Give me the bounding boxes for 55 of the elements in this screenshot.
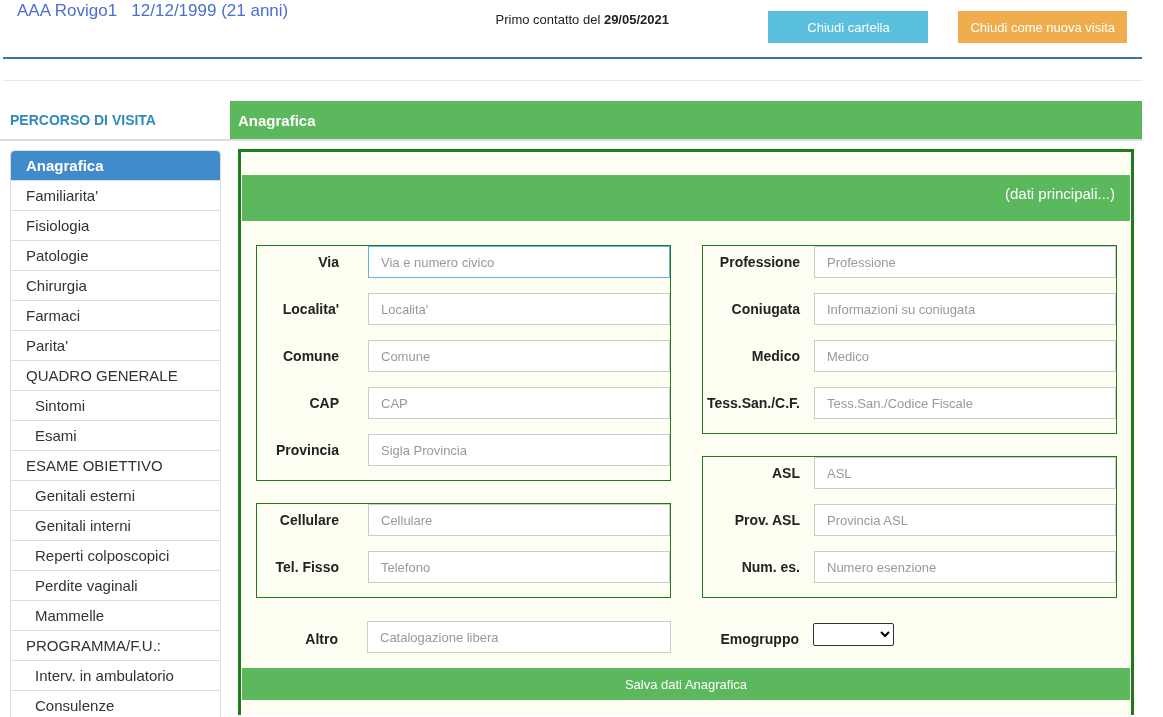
section-band-text: (dati principali...) [1004,185,1115,204]
sidebar-item[interactable]: Esami [11,421,220,451]
field-label: Localita' [281,301,340,317]
field-label: Coniugata [730,301,801,317]
field-label: Tel. Fisso [274,559,340,575]
field-label: Altro [304,630,339,647]
input-field[interactable]: Catalogazione libera [367,621,671,653]
sidebar-item[interactable]: Interv. in ambulatorio [11,661,220,691]
field-label: Comune [282,348,340,364]
input-field[interactable]: Informazioni su coniugata [814,293,1116,325]
sidebar-item[interactable]: Sintomi [11,391,220,421]
input-field[interactable]: Cellulare [368,504,670,536]
sidebar-item[interactable]: Genitali interni [11,511,220,541]
panel-title: Anagrafica [230,101,1142,141]
sidebar-item[interactable]: Patologie [11,241,220,271]
field-label: Num. es. [740,559,801,575]
input-field[interactable]: Sigla Provincia [368,434,670,466]
sidebar-item[interactable]: Chirurgia [11,271,220,301]
field-label: Emogruppo [719,630,800,647]
field-label: Provincia [274,442,340,458]
sidebar-item[interactable]: Consulenze [11,691,220,717]
sidebar-item[interactable]: Familiarita' [11,181,220,211]
field-label: CAP [308,395,340,411]
field-label: Cellulare [278,512,340,528]
sidebar-item[interactable]: Mammelle [11,601,220,631]
field-label: Professione [718,254,801,270]
input-field[interactable]: Provincia ASL [814,504,1116,536]
field-label: Medico [750,348,801,364]
sidebar-item[interactable]: PROGRAMMA/F.U.: [11,631,220,661]
sidebar-item[interactable]: ESAME OBIETTIVO [11,451,220,481]
sidebar-item[interactable]: Genitali esterni [11,481,220,511]
input-field[interactable]: Medico [814,340,1116,372]
input-field[interactable]: Tess.San./Codice Fiscale [814,387,1116,419]
dropdown[interactable] [813,622,894,646]
sidebar-item[interactable]: Reperti colposcopici [11,541,220,571]
field-label: Prov. ASL [733,512,801,528]
input-field[interactable]: ASL [814,457,1116,489]
input-field[interactable]: Comune [368,340,670,372]
input-field[interactable]: Telefono [368,551,670,583]
input-field[interactable]: Professione [814,246,1116,278]
field-label: Via [317,254,340,270]
input-field[interactable]: CAP [368,387,670,419]
first-contact-text: Primo contatto del 29/05/2021 [494,12,670,27]
patient-name: AAA Rovigo1 12/12/1999 (21 anni) [17,1,289,21]
input-field[interactable]: Localita' [368,293,670,325]
sidebar-item[interactable]: Anagrafica [11,151,220,181]
field-label: Tess.San./C.F. [705,395,801,411]
sidebar-item[interactable]: QUADRO GENERALE [11,361,220,391]
sidebar-item[interactable]: Perdite vaginali [11,571,220,601]
sidebar-item[interactable]: Farmaci [11,301,220,331]
sidebar-item[interactable]: Parita' [11,331,220,361]
input-field[interactable]: Via e numero civico [368,246,670,278]
field-label: ASL [771,465,801,481]
input-field[interactable]: Numero esenzione [814,551,1116,583]
sidebar-item[interactable]: Fisiologia [11,211,220,241]
